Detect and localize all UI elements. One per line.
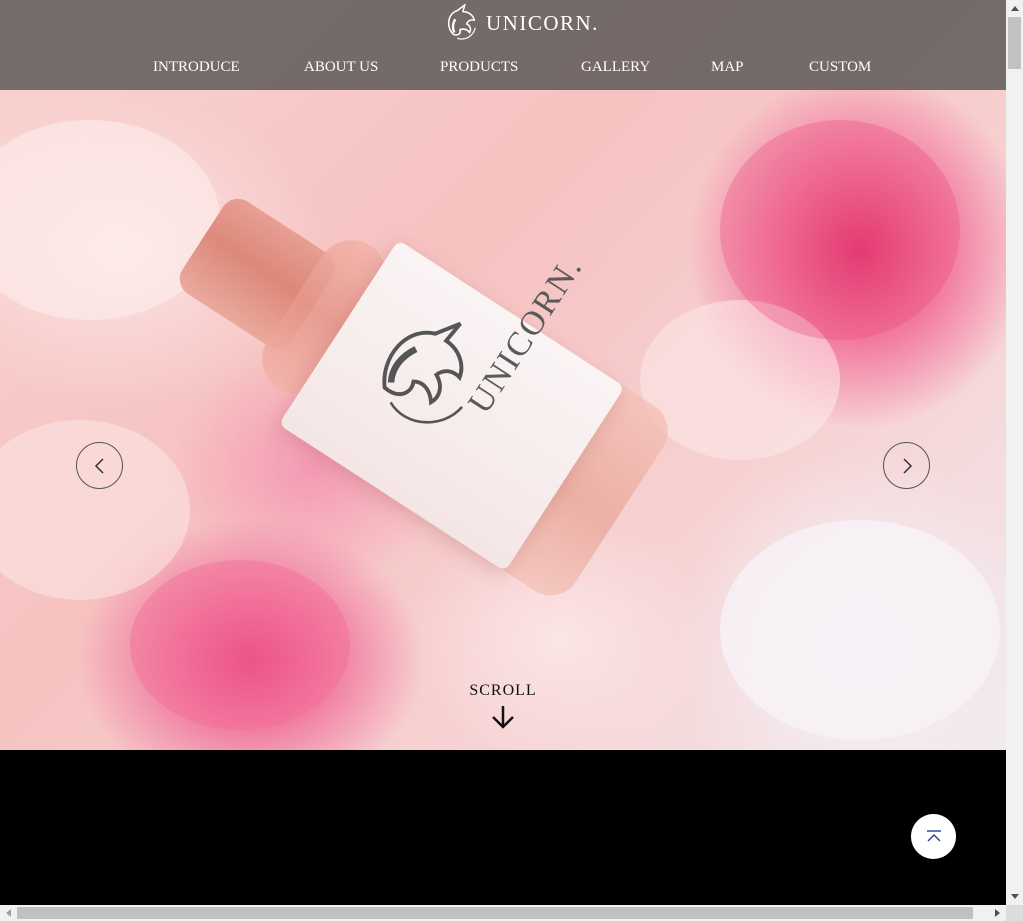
- back-to-top-button[interactable]: [911, 814, 956, 859]
- scroll-right-arrow-icon[interactable]: [989, 905, 1006, 921]
- scroll-left-arrow-icon[interactable]: [0, 905, 17, 921]
- site-header: UNICORN. INTRODUCE ABOUT US PRODUCTS GAL…: [0, 0, 1006, 90]
- back-to-top-icon: [926, 829, 941, 841]
- scroll-down-arrow-icon[interactable]: [1006, 888, 1023, 905]
- hero-slider: UNICORN. SCROLL: [0, 0, 1006, 750]
- chevron-right-icon: [902, 457, 912, 474]
- page-viewport: UNICORN. SCROLL UNICORN. INTRODUCE ABOUT…: [0, 0, 1006, 905]
- scroll-up-arrow-icon[interactable]: [1006, 0, 1023, 17]
- nav-item-about-us[interactable]: ABOUT US: [304, 59, 378, 76]
- scroll-label: SCROLL: [469, 682, 537, 699]
- slider-next-button[interactable]: [883, 442, 930, 489]
- nav-item-introduce[interactable]: INTRODUCE: [153, 59, 240, 76]
- brand-logo-link[interactable]: UNICORN.: [442, 3, 599, 43]
- scroll-indicator[interactable]: SCROLL: [463, 682, 543, 730]
- hero-petal: [720, 520, 1000, 740]
- hero-petal: [130, 560, 350, 730]
- unicorn-head-icon: [447, 4, 476, 40]
- brand-name: UNICORN.: [486, 10, 599, 35]
- arrow-down-icon: [492, 706, 514, 729]
- nav-item-custom[interactable]: CUSTOM: [809, 59, 871, 76]
- vertical-scrollbar[interactable]: [1006, 0, 1023, 905]
- slider-prev-button[interactable]: [76, 442, 123, 489]
- nav-item-gallery[interactable]: GALLERY: [581, 59, 650, 76]
- horizontal-scrollbar[interactable]: [0, 905, 1006, 921]
- scrollbar-corner: [1006, 905, 1023, 921]
- vertical-scrollbar-thumb[interactable]: [1008, 17, 1021, 69]
- hero-petal: [720, 120, 960, 340]
- chevron-left-icon: [94, 457, 104, 474]
- nav-item-map[interactable]: MAP: [711, 59, 744, 76]
- horizontal-scrollbar-thumb[interactable]: [17, 907, 973, 919]
- main-nav: INTRODUCE ABOUT US PRODUCTS GALLERY MAP …: [0, 59, 1006, 79]
- nav-item-products[interactable]: PRODUCTS: [440, 59, 518, 76]
